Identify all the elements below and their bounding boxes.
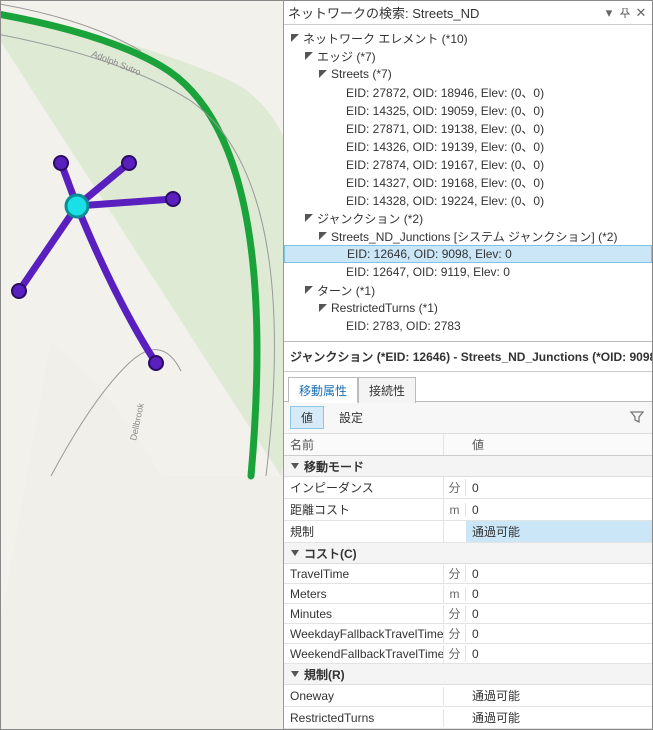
grid-row[interactable]: Metersm0 — [284, 584, 652, 604]
grid-row[interactable]: 距離コストm0 — [284, 499, 652, 521]
attr-unit: 分 — [444, 625, 466, 642]
tree-leaf[interactable]: EID: 14326, OID: 19139, Elev: (0、0) — [284, 137, 652, 155]
section-cost[interactable]: コスト(C) — [284, 543, 652, 564]
tree-leaf[interactable]: EID: 14327, OID: 19168, Elev: (0、0) — [284, 173, 652, 191]
grid-row[interactable]: WeekdayFallbackTravelTime分0 — [284, 624, 652, 644]
tree-leaf[interactable]: EID: 14328, OID: 19224, Elev: (0、0) — [284, 191, 652, 209]
explore-network-pane: ネットワークの検索: Streets_ND ▾ ✕ ネットワーク エレメント (… — [283, 1, 652, 729]
grid-row[interactable]: インピーダンス分0 — [284, 477, 652, 499]
attr-name: WeekendFallbackTravelTime — [284, 645, 444, 663]
tab-travel-attributes[interactable]: 移動属性 — [288, 377, 358, 403]
expand-icon[interactable] — [318, 69, 328, 79]
grid-row[interactable]: Oneway 通過可能 — [284, 685, 652, 707]
grid-row[interactable]: RestrictedTurns 通過可能 — [284, 707, 652, 729]
tree-leaf[interactable]: EID: 2783, OID: 2783 — [284, 317, 652, 335]
attr-value[interactable]: 0 — [466, 585, 652, 603]
attr-unit: 分 — [444, 565, 466, 582]
tree-junctions[interactable]: ジャンクション (*2) — [284, 209, 652, 227]
attr-name: Minutes — [284, 605, 444, 623]
attr-value[interactable]: 0 — [466, 479, 652, 497]
attr-unit: 分 — [444, 645, 466, 662]
attr-value[interactable]: 0 — [466, 645, 652, 663]
attr-value[interactable]: 0 — [466, 501, 652, 519]
tree-restricted-turns[interactable]: RestrictedTurns (*1) — [284, 299, 652, 317]
attr-name: TravelTime — [284, 565, 444, 583]
tree-streets[interactable]: Streets (*7) — [284, 65, 652, 83]
main-tabs: 移動属性 接続性 — [284, 372, 652, 402]
collapse-icon[interactable] — [290, 461, 300, 471]
sub-tabs: 値 設定 — [284, 402, 652, 434]
expand-icon[interactable] — [318, 231, 328, 241]
tab-connectivity[interactable]: 接続性 — [358, 377, 416, 403]
expand-icon[interactable] — [304, 213, 314, 223]
col-head-name[interactable]: 名前 — [284, 434, 444, 455]
attr-name: インピーダンス — [284, 477, 444, 498]
expand-icon[interactable] — [304, 285, 314, 295]
tree-leaf[interactable]: EID: 12647, OID: 9119, Elev: 0 — [284, 263, 652, 281]
attributes-grid[interactable]: 名前 値 移動モード インピーダンス分0距離コストm0規制通過可能 コスト(C)… — [284, 434, 652, 729]
attr-name: 距離コスト — [284, 499, 444, 520]
filter-icon[interactable] — [630, 410, 646, 426]
grid-row[interactable]: Minutes分0 — [284, 604, 652, 624]
tree-junctions-sys[interactable]: Streets_ND_Junctions [システム ジャンクション] (*2) — [284, 227, 652, 245]
tree-edges[interactable]: エッジ (*7) — [284, 47, 652, 65]
attr-unit: 分 — [444, 605, 466, 622]
attr-name: 規制 — [284, 521, 444, 542]
tree-leaf[interactable]: EID: 27874, OID: 19167, Elev: (0、0) — [284, 155, 652, 173]
expand-icon[interactable] — [318, 303, 328, 313]
attr-value[interactable]: 通過可能 — [466, 521, 652, 542]
collapse-icon[interactable] — [290, 548, 300, 558]
attr-value[interactable]: 通過可能 — [466, 685, 652, 706]
attr-name: RestrictedTurns — [284, 709, 444, 727]
dropdown-icon[interactable]: ▾ — [602, 6, 616, 20]
tree-turns[interactable]: ターン (*1) — [284, 281, 652, 299]
subtab-value[interactable]: 値 — [290, 406, 324, 429]
pane-title: ネットワークの検索: Streets_ND — [288, 3, 479, 22]
attr-name: WeekdayFallbackTravelTime — [284, 625, 444, 643]
detail-header: ジャンクション (*EID: 12646) - Streets_ND_Junct… — [284, 342, 652, 372]
attr-name: Meters — [284, 585, 444, 603]
grid-row[interactable]: WeekendFallbackTravelTime分0 — [284, 644, 652, 664]
col-head-value[interactable]: 値 — [466, 434, 652, 455]
close-icon[interactable]: ✕ — [634, 6, 648, 20]
attr-name: Oneway — [284, 687, 444, 705]
tree-leaf-selected[interactable]: EID: 12646, OID: 9098, Elev: 0 — [284, 245, 652, 263]
attr-value[interactable]: 0 — [466, 625, 652, 643]
grid-header: 名前 値 — [284, 434, 652, 456]
tree-leaf[interactable]: EID: 27872, OID: 18946, Elev: (0、0) — [284, 83, 652, 101]
pane-titlebar: ネットワークの検索: Streets_ND ▾ ✕ — [284, 1, 652, 25]
attr-value[interactable]: 0 — [466, 565, 652, 583]
grid-row[interactable]: TravelTime分0 — [284, 564, 652, 584]
tree-leaf[interactable]: EID: 27871, OID: 19138, Elev: (0、0) — [284, 119, 652, 137]
subtab-settings[interactable]: 設定 — [328, 406, 374, 429]
section-restriction[interactable]: 規制(R) — [284, 664, 652, 685]
attr-unit: m — [444, 587, 466, 601]
tree-root[interactable]: ネットワーク エレメント (*10) — [284, 29, 652, 47]
expand-icon[interactable] — [290, 33, 300, 43]
tree-leaf[interactable]: EID: 14325, OID: 19059, Elev: (0、0) — [284, 101, 652, 119]
network-elements-tree[interactable]: ネットワーク エレメント (*10) エッジ (*7) Streets (*7)… — [284, 25, 652, 342]
collapse-icon[interactable] — [290, 669, 300, 679]
expand-icon[interactable] — [304, 51, 314, 61]
section-travel-mode[interactable]: 移動モード — [284, 456, 652, 477]
pin-icon[interactable] — [618, 6, 632, 20]
map-canvas: Adolph Sutro Dellbrook — [1, 1, 283, 729]
attr-value[interactable]: 通過可能 — [466, 707, 652, 728]
map-pane[interactable]: Adolph Sutro Dellbrook — [1, 1, 283, 729]
attr-unit: m — [444, 503, 466, 517]
grid-row[interactable]: 規制 通過可能 — [284, 521, 652, 543]
attr-value[interactable]: 0 — [466, 605, 652, 623]
attr-unit: 分 — [444, 479, 466, 496]
